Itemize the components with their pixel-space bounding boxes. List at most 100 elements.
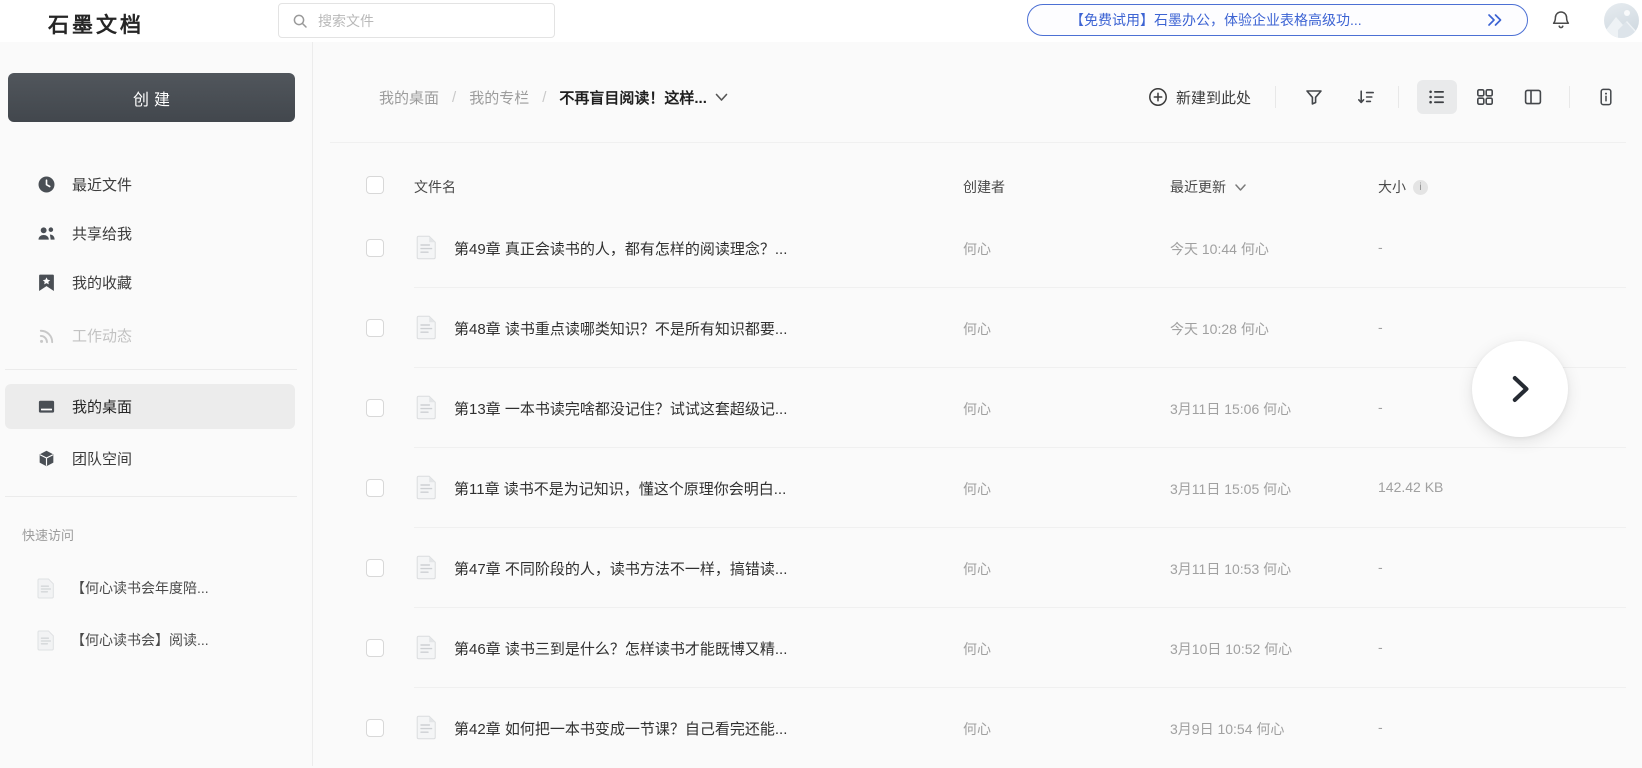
filter-button[interactable] <box>1300 83 1328 111</box>
quick-access-item[interactable]: 【何心读书会年度陪... <box>5 568 295 608</box>
table-header: 文件名 创建者 最近更新 大小 i <box>314 162 1642 208</box>
file-name: 第42章 如何把一本书变成一节课？自己看完还能... <box>454 721 788 738</box>
sidebar-item-label: 共享给我 <box>72 225 133 243</box>
table-row[interactable]: 第42章 如何把一本书变成一节课？自己看完还能... 何心 3月9日 10:54… <box>314 688 1642 768</box>
sidebar-item-label: 团队空间 <box>72 450 133 468</box>
table-row[interactable]: 第46章 读书三到是什么？怎样读书才能既博又精... 何心 3月10日 10:5… <box>314 608 1642 688</box>
clock-icon <box>36 174 56 194</box>
file-name: 第46章 读书三到是什么？怎样读书才能既博又精... <box>454 641 788 658</box>
sidebar-item-team-space[interactable]: 团队空间 <box>5 438 295 478</box>
select-all-checkbox[interactable] <box>366 176 384 194</box>
avatar[interactable] <box>1604 3 1639 38</box>
notifications-button[interactable] <box>1548 9 1574 35</box>
view-grid-button[interactable] <box>1471 83 1499 111</box>
document-icon <box>36 630 56 650</box>
row-checkbox[interactable] <box>366 399 384 417</box>
table-row[interactable]: 第48章 读书重点读哪类知识？不是所有知识都要... 何心 今天 10:28 何… <box>314 288 1642 368</box>
table-row[interactable]: 第11章 读书不是为记知识，懂这个原理你会明白... 何心 3月11日 15:0… <box>314 448 1642 528</box>
toolbar-bottom-divider <box>330 142 1626 143</box>
row-checkbox[interactable] <box>366 239 384 257</box>
column-header-size: 大小 i <box>1378 177 1428 197</box>
breadcrumb-current[interactable]: 不再盲目阅读！这样... <box>559 87 728 108</box>
toolbar-divider <box>1275 86 1276 108</box>
sidebar-item-recent[interactable]: 最近文件 <box>5 164 295 204</box>
sidebar-item-label: 我的桌面 <box>72 399 133 416</box>
search-icon <box>290 11 310 31</box>
document-icon <box>416 395 437 425</box>
sidebar-divider <box>5 496 297 497</box>
document-icon <box>36 578 56 598</box>
file-name: 第49章 真正会读书的人，都有怎样的阅读理念？... <box>454 241 788 258</box>
sort-button[interactable] <box>1352 83 1380 111</box>
breadcrumb-item-desktop[interactable]: 我的桌面 <box>379 87 439 108</box>
column-header-creator: 创建者 <box>963 179 1005 195</box>
sidebar-item-shared[interactable]: 共享给我 <box>5 213 295 253</box>
filter-icon <box>1306 90 1322 105</box>
file-creator: 何心 <box>963 561 991 577</box>
bookmark-star-icon <box>36 272 56 292</box>
column-header-name: 文件名 <box>414 179 456 195</box>
sidebar-item-activity[interactable]: 工作动态 <box>5 315 295 355</box>
file-updated: 3月10日 10:52 何心 <box>1170 641 1293 657</box>
chevron-down-icon <box>715 93 728 101</box>
column-header-size-label: 大小 <box>1378 179 1406 195</box>
breadcrumb-item-column[interactable]: 我的专栏 <box>469 87 529 108</box>
create-button[interactable]: 创建 <box>8 73 295 122</box>
split-view-icon <box>1524 89 1542 105</box>
file-updated: 3月11日 10:53 何心 <box>1170 561 1292 577</box>
table-row[interactable]: 第47章 不同阶段的人，读书方法不一样，搞错读... 何心 3月11日 10:5… <box>314 528 1642 608</box>
rss-icon <box>36 325 56 345</box>
row-checkbox[interactable] <box>366 319 384 337</box>
chevron-right-icon <box>1512 376 1529 402</box>
file-name: 第13章 一本书读完啥都没记住？试试这套超级记... <box>454 401 788 418</box>
quick-access-item-label: 【何心读书会】阅读... <box>71 632 209 648</box>
app-logo: 石墨文档 <box>48 13 144 37</box>
table-row[interactable]: 第49章 真正会读书的人，都有怎样的阅读理念？... 何心 今天 10:44 何… <box>314 208 1642 288</box>
double-chevron-right-icon <box>1485 13 1505 27</box>
row-checkbox[interactable] <box>366 639 384 657</box>
trial-banner[interactable]: 【免费试用】石墨办公，体验企业表格高级功... <box>1027 4 1528 36</box>
info-panel-button[interactable] <box>1592 83 1620 111</box>
sidebar-divider <box>5 369 297 370</box>
quick-access-item[interactable]: 【何心读书会】阅读... <box>5 620 295 660</box>
sidebar-item-label: 最近文件 <box>72 176 133 194</box>
sort-icon <box>1358 90 1374 104</box>
breadcrumb: 我的桌面 / 我的专栏 / 不再盲目阅读！这样... <box>379 84 728 110</box>
row-checkbox[interactable] <box>366 719 384 737</box>
sidebar: 创建 最近文件 共享给我 我的收藏 工作动态 我的桌面 团队空间 快速访问 【何… <box>0 42 313 766</box>
grid-view-icon <box>1476 88 1493 105</box>
quick-access-item-label: 【何心读书会年度陪... <box>71 580 209 596</box>
file-creator: 何心 <box>963 641 991 657</box>
new-here-button[interactable]: 新建到此处 <box>1148 87 1251 108</box>
info-icon <box>1600 88 1612 106</box>
file-creator: 何心 <box>963 241 991 257</box>
view-list-button[interactable] <box>1417 80 1457 114</box>
next-page-button[interactable] <box>1472 341 1568 437</box>
desktop-icon <box>36 397 56 417</box>
view-split-button[interactable] <box>1519 83 1547 111</box>
search-box[interactable] <box>278 3 555 38</box>
breadcrumb-separator: / <box>452 88 457 106</box>
file-size: - <box>1378 319 1383 335</box>
row-checkbox[interactable] <box>366 559 384 577</box>
size-info-icon[interactable]: i <box>1413 179 1428 195</box>
sidebar-item-favorites[interactable]: 我的收藏 <box>5 262 295 302</box>
file-name: 第47章 不同阶段的人，读书方法不一样，搞错读... <box>454 561 788 578</box>
file-name: 第11章 读书不是为记知识，懂这个原理你会明白... <box>454 481 787 498</box>
list-view-icon <box>1429 90 1444 104</box>
main-content: 我的桌面 / 我的专栏 / 不再盲目阅读！这样... 新建到此处 文件名 创建者… <box>314 42 1642 766</box>
sidebar-item-desktop[interactable]: 我的桌面 <box>5 384 295 429</box>
row-checkbox[interactable] <box>366 479 384 497</box>
plus-circle-icon <box>1149 88 1167 106</box>
breadcrumb-separator: / <box>542 88 547 106</box>
file-updated: 3月11日 15:06 何心 <box>1170 401 1292 417</box>
document-icon <box>416 555 437 585</box>
sidebar-item-label: 我的收藏 <box>72 274 133 292</box>
column-header-updated[interactable]: 最近更新 <box>1170 177 1246 197</box>
file-updated: 今天 10:28 何心 <box>1170 321 1269 337</box>
search-input[interactable] <box>318 12 543 29</box>
bell-icon <box>1550 9 1572 36</box>
toolbar: 新建到此处 <box>1148 78 1620 116</box>
table-row[interactable]: 第13章 一本书读完啥都没记住？试试这套超级记... 何心 3月11日 15:0… <box>314 368 1642 448</box>
toolbar-divider <box>1569 86 1570 108</box>
